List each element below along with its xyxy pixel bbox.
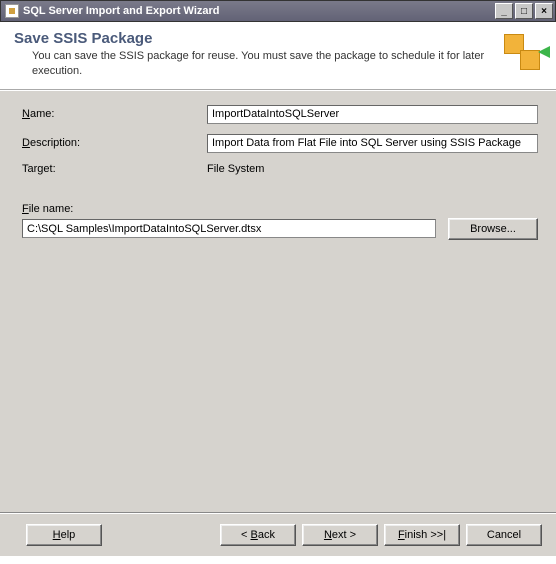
wizard-header: Save SSIS Package You can save the SSIS …: [0, 22, 556, 90]
description-input[interactable]: [207, 134, 538, 153]
titlebar: SQL Server Import and Export Wizard _ □ …: [0, 0, 556, 22]
page-description: You can save the SSIS package for reuse.…: [32, 49, 492, 79]
finish-button[interactable]: Finish >>|: [384, 524, 460, 546]
app-icon: [5, 4, 19, 18]
window-controls: _ □ ×: [493, 3, 553, 19]
window-title: SQL Server Import and Export Wizard: [23, 5, 493, 17]
wizard-content: Name: Description: Target: File System F…: [0, 90, 556, 512]
name-label: Name:: [22, 108, 207, 120]
wizard-footer: Help < Back Next > Finish >>| Cancel: [0, 514, 556, 556]
next-button[interactable]: Next >: [302, 524, 378, 546]
wizard-icon: [500, 30, 544, 74]
minimize-button[interactable]: _: [495, 3, 513, 19]
page-title: Save SSIS Package: [14, 30, 492, 47]
maximize-button[interactable]: □: [515, 3, 533, 19]
name-input[interactable]: [207, 105, 538, 124]
cancel-button[interactable]: Cancel: [466, 524, 542, 546]
close-button[interactable]: ×: [535, 3, 553, 19]
filename-input[interactable]: [22, 219, 436, 238]
help-button[interactable]: Help: [26, 524, 102, 546]
browse-button[interactable]: Browse...: [448, 218, 538, 240]
filename-label: File name:: [22, 203, 538, 215]
back-button[interactable]: < Back: [220, 524, 296, 546]
target-value: File System: [207, 163, 264, 175]
target-label: Target:: [22, 163, 207, 175]
description-label: Description:: [22, 137, 207, 149]
